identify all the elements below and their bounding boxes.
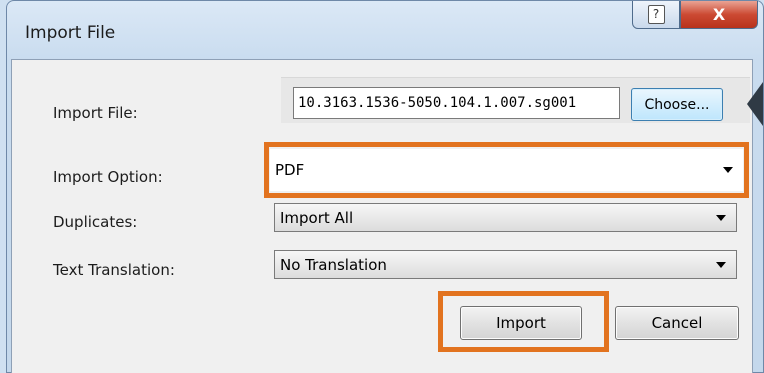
close-button[interactable]: X [680, 1, 758, 29]
import-button[interactable]: Import [460, 306, 582, 340]
import-file-label: Import File: [53, 104, 138, 122]
duplicates-label: Duplicates: [53, 213, 138, 231]
import-option-value: PDF [275, 161, 305, 179]
dialog-body: Import File: 10.3163.1536-5050.104.1.007… [11, 59, 763, 373]
pointer-notch [747, 82, 763, 126]
text-translation-select[interactable]: No Translation [274, 250, 737, 279]
dialog-title: Import File [25, 23, 116, 43]
help-icon: ? [647, 5, 665, 24]
import-option-label: Import Option: [53, 168, 163, 186]
import-file-field[interactable]: 10.3163.1536-5050.104.1.007.sg001 [293, 87, 620, 119]
text-translation-label: Text Translation: [53, 261, 175, 279]
choose-button[interactable]: Choose... [631, 88, 723, 121]
chevron-down-icon [723, 167, 733, 173]
cancel-button[interactable]: Cancel [615, 306, 739, 340]
chevron-down-icon [716, 261, 726, 268]
chevron-down-icon [716, 214, 726, 221]
text-translation-value: No Translation [280, 255, 387, 274]
help-button[interactable]: ? [632, 1, 680, 29]
duplicates-value: Import All [280, 208, 354, 227]
import-option-select[interactable]: PDF [270, 149, 743, 191]
duplicates-select[interactable]: Import All [274, 203, 737, 232]
close-icon: X [712, 5, 726, 24]
